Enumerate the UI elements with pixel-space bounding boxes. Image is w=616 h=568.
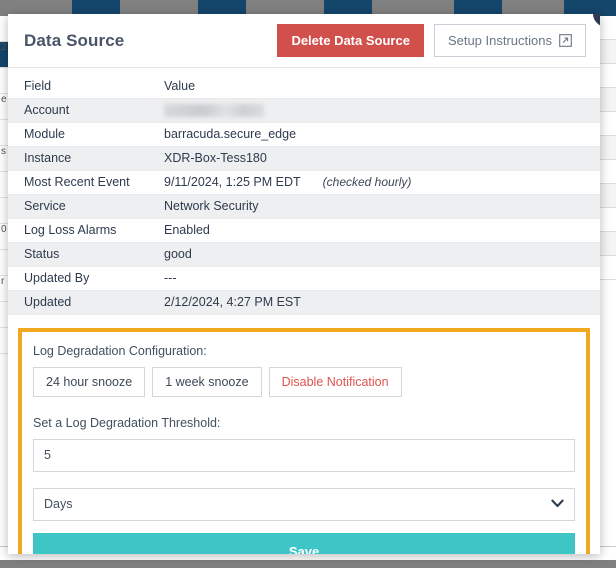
data-source-detail-table: Field Value Account Module barracuda.secure_… (8, 74, 600, 315)
column-header-field: Field (8, 74, 148, 99)
snooze-24-hour-button[interactable]: 24 hour snooze (33, 366, 146, 397)
page-title: Data Source (24, 30, 125, 50)
table-row: Updated By --- (8, 266, 600, 291)
table-cell-value: Network Security (148, 194, 600, 219)
config-heading: Log Degradation Configuration: (33, 343, 207, 358)
threshold-unit-select[interactable]: DaysHoursWeeks (33, 487, 575, 521)
table-cell-field: Log Loss Alarms (8, 218, 148, 243)
close-icon[interactable]: ✕ (591, 14, 600, 29)
value-note: (checked hourly) (322, 175, 412, 189)
threshold-input[interactable] (33, 438, 575, 472)
setup-instructions-label: Setup Instructions (447, 33, 552, 48)
table-cell-value: barracuda.secure_edge (148, 122, 600, 147)
unit-select-wrapper: DaysHoursWeeks (33, 487, 575, 521)
setup-instructions-button[interactable]: Setup Instructions (433, 24, 586, 57)
table-cell-field: Most Recent Event (8, 170, 148, 195)
delete-data-source-button[interactable]: Delete Data Source (277, 24, 424, 57)
table-cell-field: Updated By (8, 266, 148, 291)
table-cell-field: Module (8, 122, 148, 147)
column-header-value: Value (148, 74, 600, 99)
table-row: Log Loss Alarms Enabled (8, 218, 600, 243)
disable-notification-button[interactable]: Disable Notification (268, 366, 402, 397)
table-cell-value: 9/11/2024, 1:25 PM EDT (checked hourly) (148, 170, 600, 195)
table-row: Account (8, 98, 600, 123)
threshold-label: Set a Log Degradation Threshold: (33, 415, 221, 430)
table-header-row: Field Value (8, 74, 600, 99)
detail-table-body: Field Value Account Module barracuda.secure_… (8, 74, 600, 315)
table-cell-field: Instance (8, 146, 148, 171)
table-row: Instance XDR-Box-Tess180 (8, 146, 600, 171)
table-cell-field: Updated (8, 290, 148, 315)
table-row: Status good (8, 242, 600, 267)
table-cell-field: Status (8, 242, 148, 267)
save-button[interactable]: Save (33, 532, 575, 554)
log-degradation-config-panel: Log Degradation Configuration: 24 hour s… (18, 327, 590, 554)
table-cell-value: Enabled (148, 218, 600, 243)
table-cell-value: good (148, 242, 600, 267)
redacted-value (164, 104, 264, 118)
table-cell-value: 2/12/2024, 4:27 PM EST (148, 290, 600, 315)
external-link-icon (559, 34, 572, 47)
table-cell-field: Account (8, 98, 148, 123)
table-row: Service Network Security (8, 194, 600, 219)
snooze-1-week-button[interactable]: 1 week snooze (152, 366, 262, 397)
table-row: Most Recent Event 9/11/2024, 1:25 PM EDT(… (8, 170, 600, 195)
table-cell-field: Service (8, 194, 148, 219)
modal-header: Data Source Delete Data Source Setup Ins… (8, 14, 600, 68)
table-cell-value: --- (148, 266, 600, 291)
data-source-modal: Data Source Delete Data Source Setup Ins… (8, 14, 600, 554)
background-bottom-bar-fill (0, 560, 616, 568)
table-cell-value: XDR-Box-Tess180 (148, 146, 600, 171)
table-row: Module barracuda.secure_edge (8, 122, 600, 147)
table-cell-value (148, 98, 600, 123)
snooze-button-row: 24 hour snooze 1 week snooze Disable Not… (33, 366, 575, 397)
table-row: Updated 2/12/2024, 4:27 PM EST (8, 290, 600, 315)
